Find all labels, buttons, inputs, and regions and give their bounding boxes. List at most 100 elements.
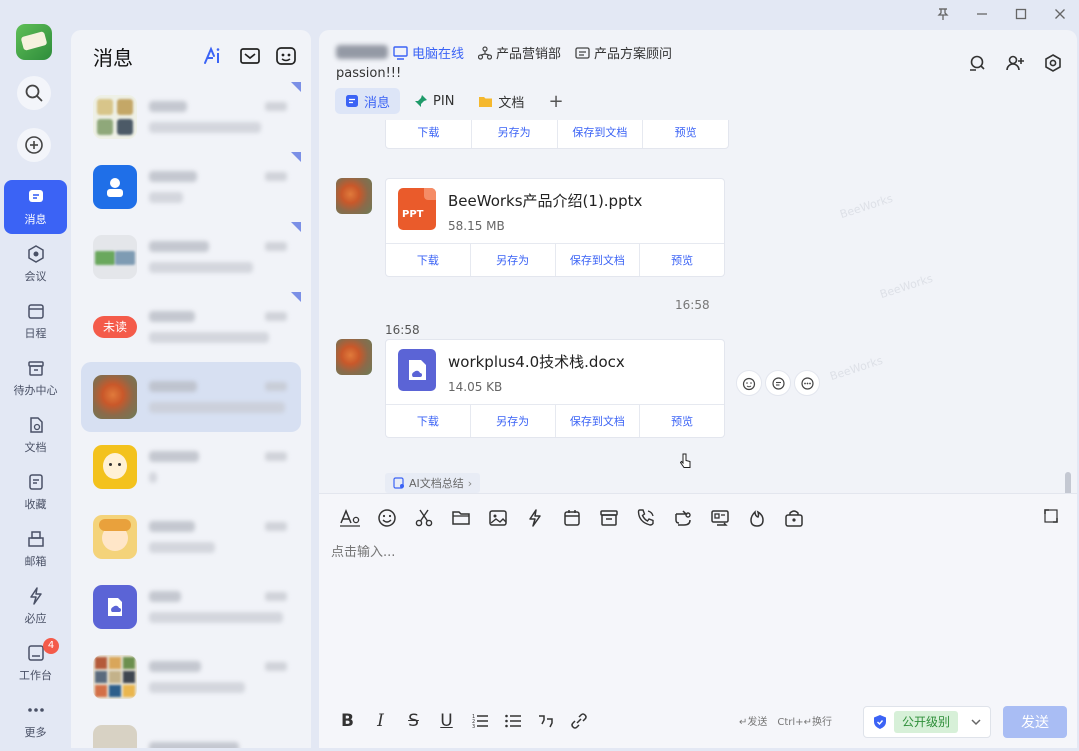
file-button[interactable]: [442, 507, 479, 529]
ai-button[interactable]: [203, 46, 225, 66]
nav-messages[interactable]: 消息: [4, 180, 67, 234]
todo-button[interactable]: [590, 507, 627, 529]
minimize-button[interactable]: [962, 0, 1001, 28]
conversation-item[interactable]: [81, 502, 301, 572]
save-to-docs-button[interactable]: 保存到文档: [556, 120, 643, 148]
quick-reply-button[interactable]: [516, 507, 553, 529]
file-actions: 下载 另存为 保存到文档 预览: [386, 404, 724, 437]
save-to-docs-button[interactable]: 保存到文档: [554, 244, 640, 276]
conversation-text: [149, 741, 301, 748]
image-button[interactable]: [479, 507, 516, 529]
security-level-select[interactable]: 公开级别: [863, 706, 991, 738]
save-to-docs-button[interactable]: 保存到文档: [554, 405, 640, 437]
ai-summary-button[interactable]: AI文档总结 ›: [385, 473, 481, 493]
scrollbar[interactable]: [1065, 472, 1071, 493]
minimize-icon: [976, 13, 987, 15]
nav-favorite[interactable]: 收藏: [4, 465, 67, 519]
conversation-item[interactable]: [81, 712, 301, 748]
add-button[interactable]: [17, 128, 51, 162]
conversation-item[interactable]: [81, 572, 301, 642]
conversation-item[interactable]: [81, 642, 301, 712]
add-member-button[interactable]: [1005, 53, 1025, 73]
contacts-button[interactable]: [275, 46, 297, 66]
save-as-button[interactable]: 另存为: [469, 405, 555, 437]
conversation-item[interactable]: [81, 152, 301, 222]
screenshot-button[interactable]: [405, 507, 442, 529]
close-button[interactable]: [1040, 0, 1079, 28]
add-tab-button[interactable]: +: [538, 88, 573, 114]
bolt-icon: [528, 509, 541, 527]
conversation-item[interactable]: [81, 82, 301, 152]
nav-document[interactable]: 文档: [4, 408, 67, 462]
tab-pin[interactable]: PIN: [404, 88, 464, 114]
italic-button[interactable]: I: [364, 710, 397, 732]
reply-button[interactable]: [765, 370, 791, 396]
red-packet-button[interactable]: [775, 507, 812, 529]
send-button[interactable]: 发送: [1003, 706, 1067, 738]
conversation-item[interactable]: [81, 432, 301, 502]
ordered-list-button[interactable]: 123: [463, 710, 496, 732]
preview-button[interactable]: 预览: [639, 405, 724, 437]
schedule-button[interactable]: [553, 507, 590, 529]
nav-todo[interactable]: 待办中心: [4, 351, 67, 405]
transfer-button[interactable]: [664, 507, 701, 529]
search-chat-button[interactable]: [967, 53, 987, 73]
settings-button[interactable]: [1043, 53, 1063, 73]
react-button[interactable]: [736, 370, 762, 396]
sender-avatar[interactable]: [336, 339, 372, 375]
nav-calendar[interactable]: 日程: [4, 294, 67, 348]
strikethrough-button[interactable]: S: [397, 710, 430, 732]
conversation-item[interactable]: [81, 222, 301, 292]
preview-button[interactable]: 预览: [639, 244, 724, 276]
doc-file-icon: [398, 349, 436, 391]
chevron-right-icon: ›: [467, 476, 473, 490]
quote-button[interactable]: [529, 710, 562, 732]
search-button[interactable]: [17, 76, 51, 110]
maximize-button[interactable]: [1001, 0, 1040, 28]
conversation-time: [265, 522, 287, 531]
bold-button[interactable]: B: [331, 710, 364, 732]
tab-documents[interactable]: 文档: [468, 88, 534, 114]
more-actions-button[interactable]: [794, 370, 820, 396]
person-icon: [107, 178, 123, 197]
conversation-item[interactable]: 未读: [81, 292, 301, 362]
download-button[interactable]: 下载: [386, 120, 471, 148]
card-button[interactable]: [701, 507, 738, 529]
bullet-list-button[interactable]: [496, 710, 529, 732]
bullet-list-icon: [504, 714, 521, 728]
burn-after-read-button[interactable]: [738, 507, 775, 529]
list-title: 消息: [93, 45, 133, 70]
download-button[interactable]: 下载: [386, 244, 470, 276]
pinned-marker: [291, 82, 301, 92]
nav-more[interactable]: 更多: [4, 693, 67, 747]
conversation-item-active[interactable]: [81, 362, 301, 432]
nav-label: 更多: [24, 726, 47, 739]
conversation-time: [265, 242, 287, 251]
nav-workbench[interactable]: 工作台 4: [4, 636, 67, 690]
underline-button[interactable]: U: [430, 710, 463, 732]
document-icon: [29, 417, 43, 433]
preview-button[interactable]: 预览: [642, 120, 728, 148]
file-size: 58.15 MB: [448, 219, 505, 233]
expand-editor-button[interactable]: [1043, 508, 1059, 524]
pinned-marker: [291, 222, 301, 232]
nav-bolt[interactable]: 必应: [4, 579, 67, 633]
file-card[interactable]: workplus4.0技术栈.docx 14.05 KB 下载 另存为 保存到文…: [385, 339, 725, 438]
app-logo[interactable]: [16, 24, 52, 60]
emoji-button[interactable]: [368, 507, 405, 529]
tab-messages[interactable]: 消息: [335, 88, 401, 114]
format-button[interactable]: [331, 507, 368, 529]
nav-mail[interactable]: 邮箱: [4, 522, 67, 576]
save-as-button[interactable]: 另存为: [469, 244, 555, 276]
nav-label: 消息: [24, 213, 47, 226]
message-input[interactable]: [331, 545, 1031, 560]
file-card[interactable]: PPT BeeWorks产品介绍(1).pptx 58.15 MB 下载 另存为…: [385, 178, 725, 277]
pin-window-button[interactable]: [923, 0, 962, 28]
download-button[interactable]: 下载: [386, 405, 470, 437]
link-button[interactable]: [562, 710, 595, 732]
nav-meeting[interactable]: 会议: [4, 237, 67, 291]
screenshot-button[interactable]: [239, 46, 261, 66]
save-as-button[interactable]: 另存为: [470, 120, 557, 148]
call-button[interactable]: [627, 507, 664, 529]
sender-avatar[interactable]: [336, 178, 372, 214]
